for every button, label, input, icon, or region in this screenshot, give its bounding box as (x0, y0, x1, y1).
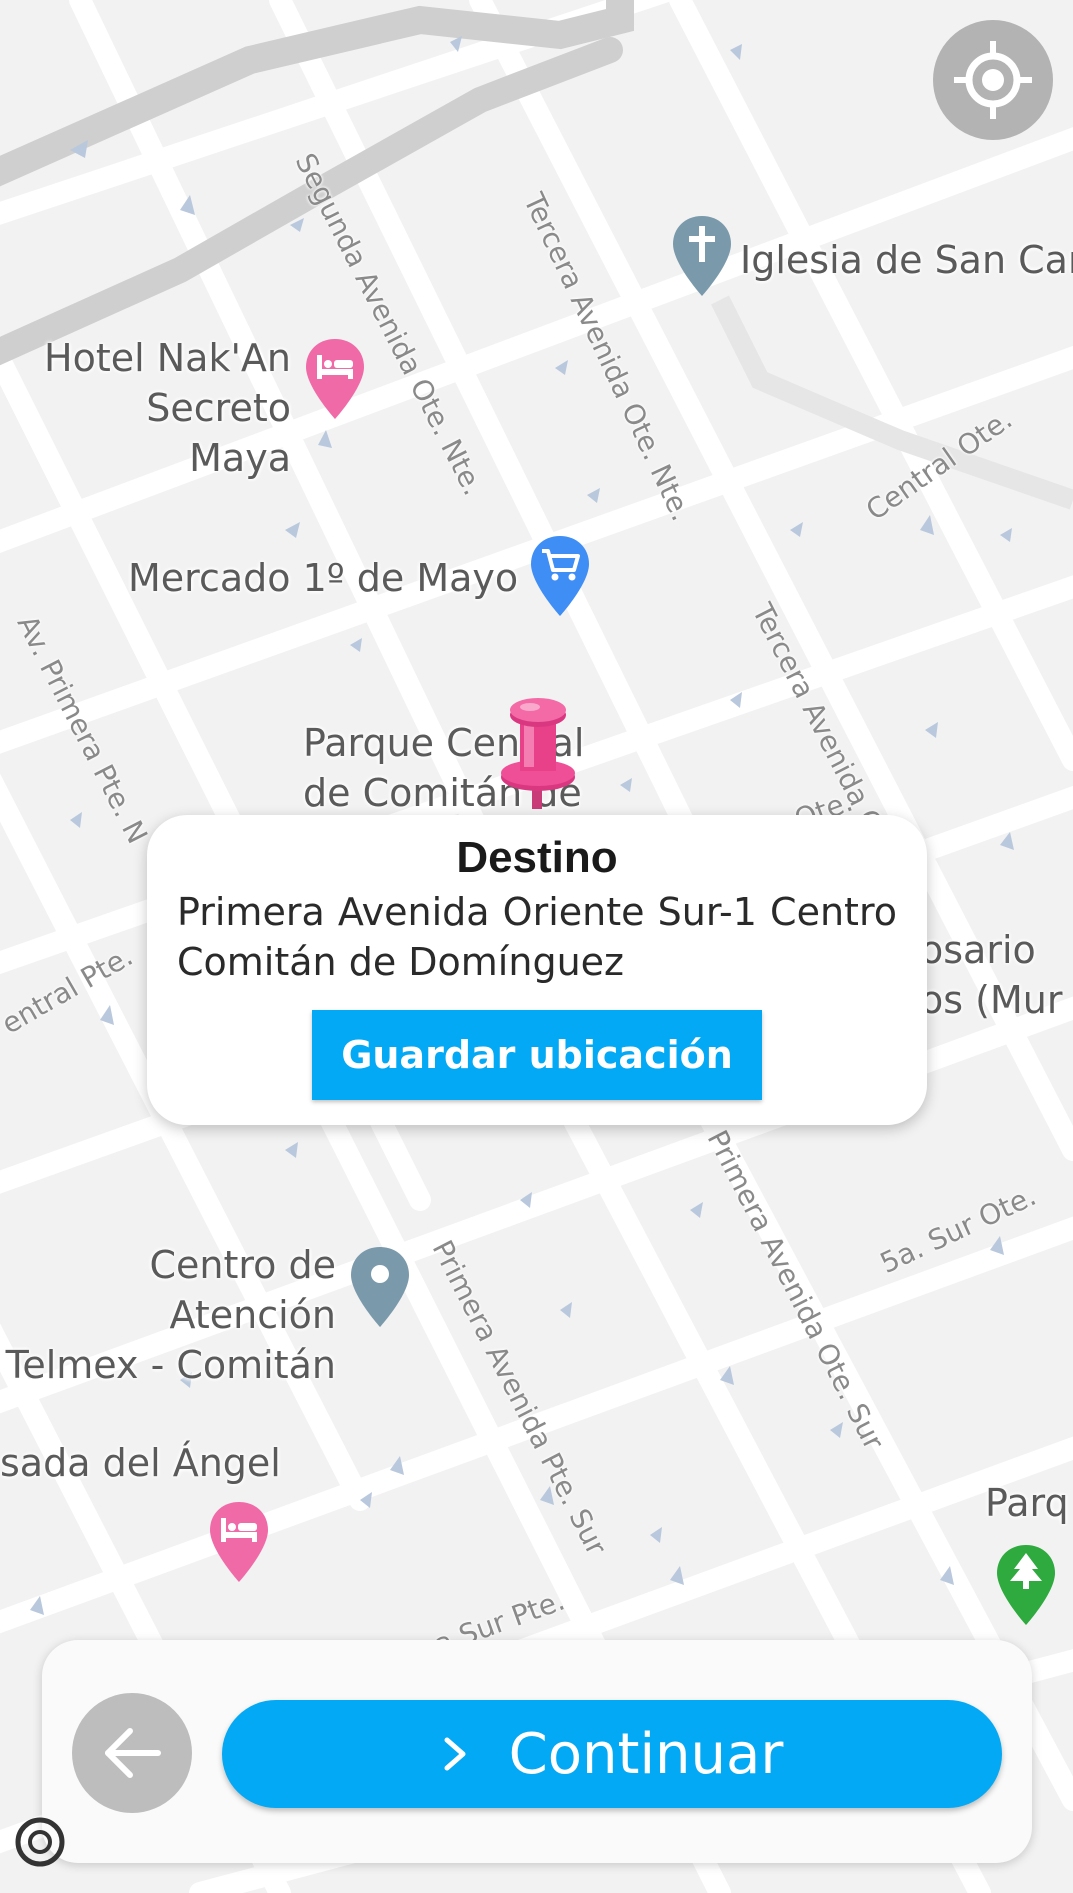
popup-address: Primera Avenida Oriente Sur-1 Centro Com… (177, 890, 897, 984)
cart-icon[interactable] (528, 534, 592, 618)
place-label-centro-atencion-telmex: Centro de Atención Telmex - Comitán (5, 1243, 336, 1387)
bed-icon[interactable] (303, 337, 367, 421)
back-button[interactable] (72, 1693, 192, 1813)
save-location-button[interactable]: Guardar ubicación (312, 1010, 762, 1100)
my-location-button[interactable] (933, 20, 1053, 140)
destination-popup: Destino Primera Avenida Oriente Sur-1 Ce… (147, 815, 927, 1125)
place-label-posada-del-angel: sada del Ángel (0, 1441, 281, 1485)
place-label-rosario: osario os (Mur (920, 928, 1063, 1022)
crosshair-icon (954, 41, 1032, 119)
place-label-hotel-nakan: Hotel Nak'An Secreto Maya (44, 336, 291, 480)
pushpin-icon[interactable] (500, 693, 576, 811)
tree-icon[interactable] (994, 1543, 1058, 1627)
place-label-parque-right: Parq (985, 1481, 1069, 1525)
chevron-right-icon (441, 1734, 469, 1774)
map-attribution-icon (15, 1817, 65, 1867)
arrow-left-icon (105, 1728, 161, 1778)
church-icon[interactable] (670, 214, 734, 298)
popup-title: Destino (456, 833, 618, 882)
bottom-action-panel: Continuar (42, 1640, 1032, 1863)
continue-label: Continuar (508, 1721, 784, 1787)
continue-button[interactable]: Continuar (222, 1700, 1002, 1808)
place-icon[interactable] (348, 1245, 412, 1329)
place-label-iglesia: Iglesia de San Car (740, 238, 1073, 282)
bed-icon[interactable] (207, 1500, 271, 1584)
place-label-mercado: Mercado 1º de Mayo (128, 556, 519, 600)
